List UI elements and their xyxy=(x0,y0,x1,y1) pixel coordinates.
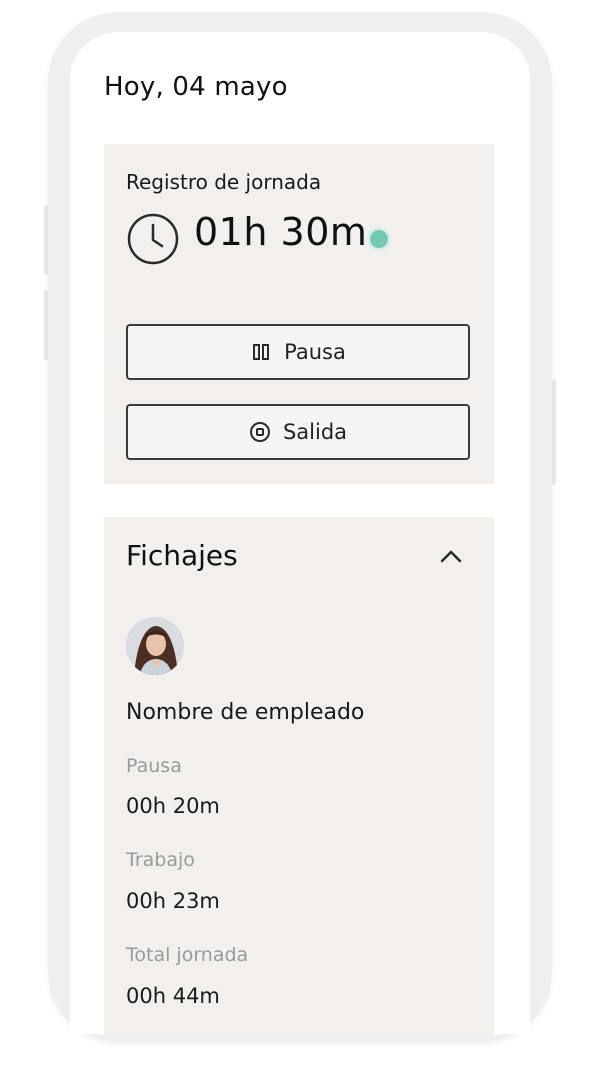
total-workday-label: Total jornada xyxy=(126,944,249,966)
fichajes-title: Fichajes xyxy=(126,539,238,572)
pause-button[interactable]: Pausa xyxy=(126,324,470,380)
exit-button[interactable]: Salida xyxy=(126,404,470,460)
stop-icon xyxy=(249,422,270,442)
pause-icon xyxy=(253,344,270,360)
employee-name: Nombre de empleado xyxy=(126,700,365,725)
elapsed-time: 01h 30m xyxy=(194,210,368,254)
fichajes-card: Fichajes Nombre de empleado Pausa 00h 20… xyxy=(104,517,494,1034)
clock-icon xyxy=(127,213,179,265)
phone-volume-up-button xyxy=(44,205,48,275)
work-label: Trabajo xyxy=(126,849,195,871)
phone-power-button xyxy=(552,380,556,485)
total-workday-value: 00h 44m xyxy=(126,984,220,1008)
pause-button-label: Pausa xyxy=(284,340,346,364)
pause-value: 00h 20m xyxy=(126,794,220,818)
pause-label: Pausa xyxy=(126,755,182,777)
app-screen: Hoy, 04 mayo Registro de jornada 01h 30m… xyxy=(70,32,530,1034)
phone-volume-down-button xyxy=(44,290,48,360)
workday-title: Registro de jornada xyxy=(126,170,322,194)
workday-card: Registro de jornada 01h 30m Pausa Salida xyxy=(104,144,494,484)
exit-button-label: Salida xyxy=(282,420,348,444)
page-date-title: Hoy, 04 mayo xyxy=(104,72,288,102)
active-status-dot xyxy=(370,230,388,248)
avatar xyxy=(126,617,184,675)
chevron-up-icon[interactable] xyxy=(438,545,464,567)
work-value: 00h 23m xyxy=(126,889,220,913)
